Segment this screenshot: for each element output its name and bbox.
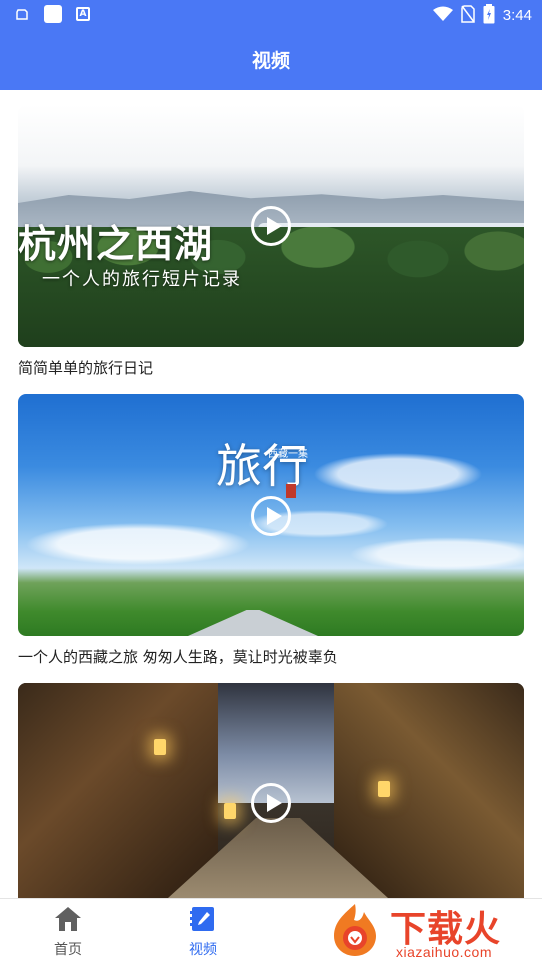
lantern-icon bbox=[154, 739, 166, 755]
play-icon[interactable] bbox=[251, 206, 291, 246]
status-bar-left: A bbox=[14, 5, 90, 23]
status-bar: A 3:44 bbox=[0, 0, 542, 28]
page-title: 视频 bbox=[251, 50, 290, 72]
wifi-icon bbox=[432, 6, 453, 26]
tab-video[interactable]: 视频 bbox=[168, 905, 238, 959]
video-thumbnail[interactable] bbox=[18, 683, 524, 898]
video-thumbnail[interactable]: 旅行 西藏一集 bbox=[18, 394, 524, 636]
tab-video-label: 视频 bbox=[189, 942, 217, 958]
status-bar-right: 3:44 bbox=[432, 4, 532, 28]
a-icon: A bbox=[76, 7, 90, 21]
tab-home[interactable]: 首页 bbox=[33, 905, 103, 959]
thumb-buildings-right bbox=[334, 683, 524, 898]
watermark-logo: 下载火 xiazaihuo.com bbox=[318, 896, 542, 965]
battery-icon bbox=[483, 4, 495, 28]
notification-icon bbox=[14, 6, 30, 22]
home-icon bbox=[55, 907, 81, 931]
thumb-buildings-left bbox=[18, 683, 218, 898]
video-feed[interactable]: 杭州之西湖 一个人的旅行短片记录 简简单单的旅行日记 旅行 西藏一集 一个人的西… bbox=[0, 90, 542, 898]
lantern-icon bbox=[378, 781, 390, 797]
status-time: 3:44 bbox=[502, 7, 532, 24]
thumb-title: 杭州之西湖 bbox=[18, 221, 214, 266]
video-thumbnail[interactable]: 杭州之西湖 一个人的旅行短片记录 bbox=[18, 105, 524, 347]
thumb-subtitle: 一个人的旅行短片记录 bbox=[42, 269, 242, 290]
thumb-road bbox=[188, 610, 318, 636]
no-sim-icon bbox=[461, 5, 475, 27]
watermark-url: xiazaihuo.com bbox=[396, 944, 492, 960]
video-caption[interactable]: 一个人的西藏之旅 匆匆人生路，莫让时光被辜负 bbox=[18, 647, 338, 667]
thumb-subtitle: 西藏一集 bbox=[268, 449, 308, 460]
video-note-icon bbox=[190, 907, 214, 931]
lantern-icon bbox=[224, 803, 236, 819]
app-icon bbox=[44, 5, 62, 23]
play-icon[interactable] bbox=[251, 783, 291, 823]
tab-home-label: 首页 bbox=[54, 942, 82, 958]
app-bar: 视频 bbox=[0, 28, 542, 90]
flame-logo-icon bbox=[334, 904, 376, 956]
app-root: A 3:44 视频 杭州之西湖 一个人的旅行短片记录 简简单单的旅行日记 旅行 … bbox=[0, 0, 542, 965]
video-caption[interactable]: 简简单单的旅行日记 bbox=[18, 358, 153, 378]
play-icon[interactable] bbox=[251, 496, 291, 536]
seal-stamp-icon bbox=[286, 484, 296, 498]
